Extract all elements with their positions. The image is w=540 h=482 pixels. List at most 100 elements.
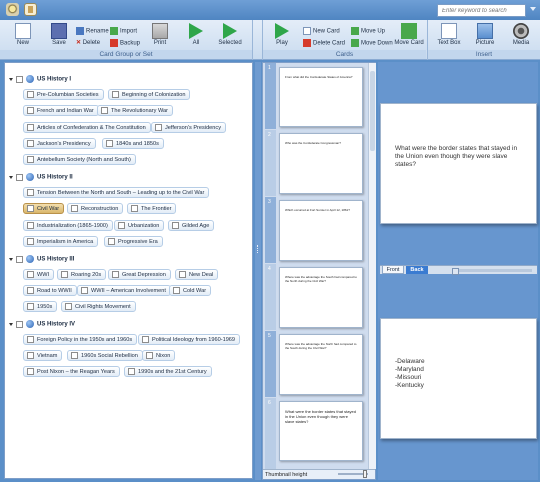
checkbox[interactable] — [27, 124, 34, 132]
set-item[interactable]: Cold War — [169, 285, 212, 296]
print-button[interactable]: Print — [145, 23, 175, 46]
move-card-button[interactable]: Move Card — [393, 23, 425, 46]
set-item[interactable]: Articles of Confederation & The Constitu… — [23, 122, 151, 133]
app-logo-icon[interactable] — [6, 3, 19, 16]
checkbox[interactable] — [27, 140, 34, 148]
checkbox[interactable] — [27, 91, 34, 99]
set-item[interactable]: 1950s — [23, 301, 58, 312]
group-header-us-history-2[interactable]: US History II — [9, 173, 73, 181]
set-item[interactable]: Jefferson's Presidency — [151, 122, 226, 133]
set-item[interactable]: Foreign Policy in the 1950s and 1960s — [23, 334, 138, 345]
group-header-us-history-4[interactable]: US History IV — [9, 320, 75, 328]
collapse-arrow-icon[interactable] — [9, 77, 13, 81]
checkbox[interactable] — [16, 75, 23, 83]
checkbox[interactable] — [27, 222, 34, 230]
checkbox[interactable] — [16, 255, 23, 263]
checkbox[interactable] — [146, 352, 153, 360]
checkbox[interactable] — [27, 238, 34, 246]
checkbox[interactable] — [61, 271, 68, 279]
checkbox[interactable] — [27, 107, 34, 115]
set-item[interactable]: The Frontier — [127, 203, 177, 214]
checkbox[interactable] — [173, 287, 180, 295]
checkbox[interactable] — [27, 271, 34, 279]
backup-button[interactable]: Backup — [110, 39, 140, 47]
set-item[interactable]: Reconstruction — [67, 203, 124, 214]
import-button[interactable]: Import — [110, 27, 137, 35]
back-text[interactable]: -Delaware -Maryland -Missouri -Kentucky — [395, 358, 526, 390]
checkbox[interactable] — [112, 271, 119, 279]
set-item[interactable]: 1990s and the 21st Century — [124, 366, 212, 377]
set-item[interactable]: Antebellum Society (North and South) — [23, 154, 136, 165]
play-button[interactable]: Play — [267, 23, 297, 46]
card-thumbnail[interactable]: Where was the advantage the South had co… — [279, 267, 363, 328]
checkbox[interactable] — [27, 303, 34, 311]
checkbox[interactable] — [118, 222, 125, 230]
set-item[interactable]: WWI — [23, 269, 55, 280]
rename-button[interactable]: Rename — [76, 27, 109, 35]
slider-knob[interactable] — [363, 470, 367, 478]
set-item[interactable]: Tension Between the North and South – Le… — [23, 187, 210, 198]
set-item[interactable]: Urbanization — [114, 220, 165, 231]
set-item[interactable]: 1840s and 1850s — [102, 138, 164, 149]
set-item[interactable]: Civil Rights Movement — [61, 301, 136, 312]
checkbox[interactable] — [112, 91, 119, 99]
set-item[interactable]: Political Ideology from 1960-1969 — [138, 334, 241, 345]
checkbox[interactable] — [179, 271, 186, 279]
set-item[interactable]: Nixon — [142, 350, 176, 361]
set-item-selected[interactable]: Civil War — [23, 203, 65, 214]
checkbox[interactable] — [27, 205, 34, 213]
set-item[interactable]: Vietnam — [23, 350, 63, 361]
card-thumbnail-selected[interactable]: What were the border states that stayed … — [279, 401, 363, 461]
card-thumbnail[interactable]: Who was the Confederate Congressman? — [279, 133, 363, 194]
checkbox[interactable] — [27, 287, 34, 295]
set-item[interactable]: Pre-Columbian Societies — [23, 89, 104, 100]
checkbox[interactable] — [27, 336, 34, 344]
set-item[interactable]: Post Nixon – the Reagan Years — [23, 366, 120, 377]
delete-card-button[interactable]: Delete Card — [303, 39, 345, 47]
text-box-button[interactable]: Text Box — [434, 23, 464, 46]
tab-back[interactable]: Back — [406, 266, 428, 274]
set-item[interactable]: New Deal — [175, 269, 219, 280]
set-item[interactable]: 1960s Social Rebellion — [67, 350, 143, 361]
checkbox[interactable] — [27, 352, 34, 360]
search-input[interactable] — [438, 5, 525, 16]
set-item[interactable]: Beginning of Colonization — [108, 89, 191, 100]
delete-button[interactable]: ✕ Delete — [76, 39, 100, 46]
checkbox[interactable] — [16, 320, 23, 328]
checkbox[interactable] — [101, 107, 108, 115]
print-selected-button[interactable]: Selected — [215, 23, 245, 46]
panel-splitter[interactable] — [255, 62, 261, 480]
horizontal-scrollbar[interactable] — [452, 268, 532, 275]
set-item[interactable]: Great Depression — [108, 269, 171, 280]
move-up-button[interactable]: Move Up — [351, 27, 385, 35]
checkbox[interactable] — [71, 205, 78, 213]
dropdown-arrow-icon[interactable] — [530, 7, 536, 11]
checkbox[interactable] — [27, 368, 34, 376]
checkbox[interactable] — [172, 222, 179, 230]
new-card-button[interactable]: New Card — [303, 27, 340, 35]
checkbox[interactable] — [27, 189, 34, 197]
checkbox[interactable] — [108, 238, 115, 246]
move-down-button[interactable]: Move Down — [351, 39, 393, 47]
collapse-arrow-icon[interactable] — [9, 322, 13, 326]
checkbox[interactable] — [27, 156, 34, 164]
card-back-editor[interactable]: -Delaware -Maryland -Missouri -Kentucky — [380, 318, 537, 439]
set-item[interactable]: Jackson's Presidency — [23, 138, 96, 149]
group-header-us-history-1[interactable]: US History I — [9, 75, 71, 83]
set-item[interactable]: The Revolutionary War — [97, 105, 173, 116]
card-front-editor[interactable]: What were the border states that stayed … — [380, 103, 537, 224]
checkbox[interactable] — [106, 140, 113, 148]
card-thumbnail[interactable]: Where was the advantage the North had co… — [279, 334, 363, 395]
set-item[interactable]: Imperialism in America — [23, 236, 99, 247]
new-button[interactable]: New — [8, 23, 38, 46]
checkbox[interactable] — [65, 303, 72, 311]
set-item[interactable]: French and Indian War — [23, 105, 99, 116]
collapse-arrow-icon[interactable] — [9, 175, 13, 179]
set-item[interactable]: Industrialization (1865-1900) — [23, 220, 113, 231]
set-item[interactable]: Progressive Era — [104, 236, 163, 247]
tab-front[interactable]: Front — [382, 266, 404, 274]
set-item[interactable]: WWII – American Involvement — [77, 285, 171, 296]
collapse-arrow-icon[interactable] — [9, 257, 13, 261]
set-item[interactable]: Roaring 20s — [57, 269, 107, 280]
set-item[interactable]: Road to WWII — [23, 285, 77, 296]
